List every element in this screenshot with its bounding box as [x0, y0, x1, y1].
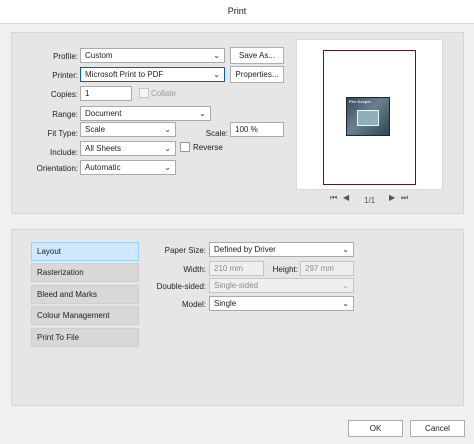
cancel-button[interactable]: Cancel: [410, 420, 465, 437]
collate-label: Collate: [151, 89, 176, 98]
model-dropdown[interactable]: Single ⌄: [209, 296, 354, 311]
profile-label: Profile:: [53, 52, 78, 61]
chevron-down-icon: ⌄: [164, 125, 171, 134]
scale-input[interactable]: 100 %: [230, 122, 284, 137]
width-label: Width:: [183, 265, 206, 274]
last-page-icon[interactable]: ⏭: [401, 193, 408, 203]
double-sided-label: Double-sided:: [156, 282, 206, 291]
printer-dropdown[interactable]: Microsoft Print to PDF ⌄: [80, 67, 225, 82]
chevron-down-icon: ⌄: [213, 51, 220, 60]
profile-dropdown[interactable]: Custom ⌄: [80, 48, 225, 63]
include-value: All Sheets: [85, 144, 122, 153]
chevron-down-icon: ⌄: [164, 163, 171, 172]
copies-label: Copies:: [50, 90, 78, 99]
paper-size-dropdown[interactable]: Defined by Driver ⌄: [209, 242, 354, 257]
profile-value: Custom: [85, 51, 113, 60]
sidebar-item-colour-management[interactable]: Colour Management: [31, 306, 139, 325]
thumbnail-artwork: [357, 110, 379, 126]
scale-label: Scale:: [205, 129, 228, 138]
first-page-icon[interactable]: ⏮: [330, 193, 337, 203]
sidebar-item-print-to-file[interactable]: Print To File: [31, 328, 139, 347]
title-bar: Print: [0, 0, 474, 24]
width-input[interactable]: 210 mm: [209, 261, 264, 276]
range-value: Document: [85, 109, 122, 118]
double-sided-value: Single-sided: [214, 281, 259, 290]
previous-page-icon[interactable]: ◀: [343, 193, 349, 202]
copies-input[interactable]: 1: [80, 86, 132, 101]
sidebar-item-rasterization[interactable]: Rasterization: [31, 263, 139, 282]
ok-button[interactable]: OK: [348, 420, 403, 437]
properties-button[interactable]: Properties...: [230, 66, 284, 83]
double-sided-dropdown[interactable]: Single-sided ⌄: [209, 278, 354, 293]
printer-value: Microsoft Print to PDF: [85, 70, 164, 79]
include-dropdown[interactable]: All Sheets ⌄: [80, 141, 176, 156]
chevron-down-icon: ⌄: [213, 70, 220, 79]
orientation-dropdown[interactable]: Automatic ⌄: [80, 160, 176, 175]
thumbnail-caption: Fire Keeper: [349, 99, 372, 104]
height-label: Height:: [272, 265, 298, 274]
chevron-down-icon: ⌄: [164, 144, 171, 153]
sidebar-item-bleed-and-marks[interactable]: Bleed and Marks: [31, 285, 139, 304]
preview-thumbnail: Fire Keeper: [346, 97, 390, 136]
model-label: Model:: [181, 300, 206, 309]
include-label: Include:: [49, 148, 78, 157]
printer-label: Printer:: [52, 71, 78, 80]
window-title: Print: [227, 6, 247, 16]
range-label: Range:: [52, 110, 78, 119]
height-input[interactable]: 297 mm: [300, 261, 354, 276]
chevron-down-icon: ⌄: [199, 109, 206, 118]
reverse-checkbox[interactable]: [180, 142, 190, 152]
fit-type-dropdown[interactable]: Scale ⌄: [80, 122, 176, 137]
range-dropdown[interactable]: Document ⌄: [80, 106, 211, 121]
next-page-icon[interactable]: ▶: [389, 193, 395, 202]
collate-checkbox[interactable]: [139, 88, 149, 98]
orientation-value: Automatic: [85, 163, 121, 172]
chevron-down-icon: ⌄: [342, 245, 349, 254]
chevron-down-icon: ⌄: [342, 299, 349, 308]
sidebar-item-layout[interactable]: Layout: [31, 242, 139, 261]
paper-size-label: Paper Size:: [164, 246, 206, 255]
chevron-down-icon: ⌄: [342, 281, 349, 290]
model-value: Single: [214, 299, 237, 308]
paper-size-value: Defined by Driver: [214, 245, 276, 254]
reverse-label: Reverse: [193, 143, 223, 152]
save-as-button[interactable]: Save As...: [230, 47, 284, 64]
fit-type-label: Fit Type:: [47, 129, 78, 138]
page-indicator: 1/1: [364, 196, 376, 205]
orientation-label: Orientation:: [36, 164, 78, 173]
fit-type-value: Scale: [85, 125, 106, 134]
